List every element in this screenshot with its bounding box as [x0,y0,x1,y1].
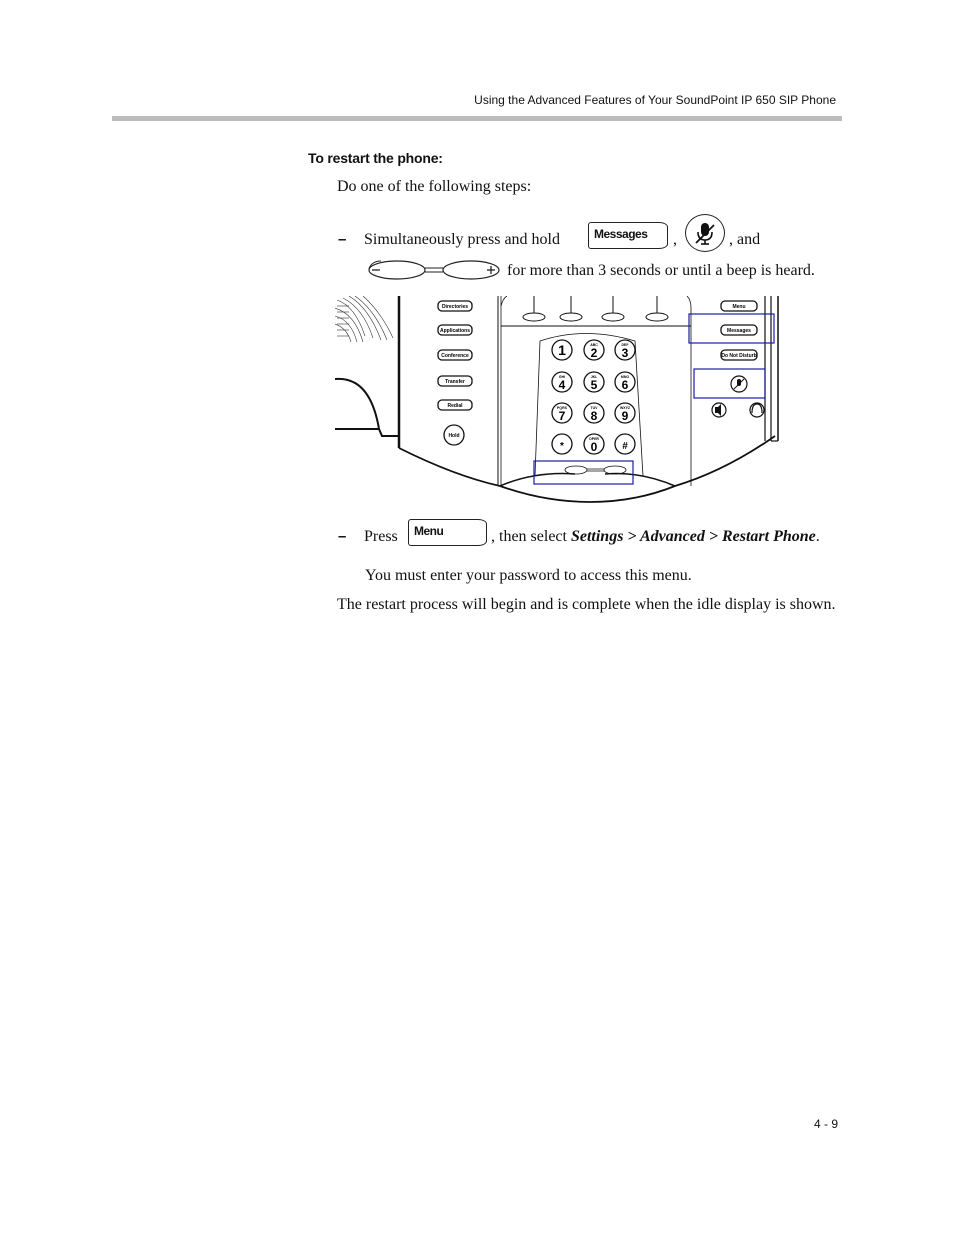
dialpad-key-7: PQRS7 [551,402,573,424]
svg-text:1: 1 [558,342,566,358]
handset-cord-graphic [334,295,394,343]
dialpad-key-3: DEF3 [614,339,636,361]
step2-bullet: – [338,528,347,545]
key-directories: Directories [437,300,473,312]
svg-text:7: 7 [559,409,566,423]
dialpad-key-2: ABC2 [583,339,605,361]
step1-bullet: – [338,231,347,248]
dialpad-key-5: JKL5 [583,371,605,393]
key-redial-label: Redial [447,403,463,409]
step1-text-after: for more than 3 seconds or until a beep … [507,262,815,279]
key-directories-label: Directories [442,304,468,310]
messages-key-label: Messages [594,227,648,241]
volume-highlight [533,460,634,485]
svg-text:9: 9 [622,409,629,423]
procedure-title: To restart the phone: [308,150,443,166]
svg-text:0: 0 [591,440,598,454]
dialpad-key-6: MNO6 [614,371,636,393]
svg-text:5: 5 [591,378,598,392]
step1-separator-2: , and [729,231,761,248]
menu-key-label: Menu [414,524,444,538]
key-transfer-label: Transfer [445,379,465,385]
key-redial: Redial [437,399,473,411]
speaker-icon [711,402,727,418]
key-do-not-disturb-label: Do Not Disturb [721,353,756,359]
key-do-not-disturb: Do Not Disturb [720,349,758,361]
step2-instruction: , then select Settings > Advanced > Rest… [491,528,820,546]
result-paragraph: The restart process will begin and is co… [337,596,836,613]
page-number: 4 - 9 [814,1117,839,1131]
dialpad-key-4: GHI4 [551,371,573,393]
headset-icon [749,402,765,418]
dialpad-key-pound: # [614,433,636,455]
phone-diagram: Directories Applications Conference Transfe… [334,295,795,515]
svg-text:#: # [622,441,628,452]
password-note: You must enter your password to access t… [365,567,692,584]
hold-key-label: Hold [448,433,459,439]
mute-icon [685,214,725,252]
key-transfer: Transfer [437,375,473,387]
procedure-intro: Do one of the following steps: [337,178,532,195]
svg-text:*: * [560,441,564,452]
key-messages: Messages [720,324,758,336]
mute-key [730,375,748,393]
svg-text:2: 2 [591,346,598,360]
handset-cradle [334,377,399,437]
dialpad-key-0: OPER0 [583,433,605,455]
step2-text-end: . [815,528,820,545]
menu-key-icon: Menu [408,519,487,546]
dialpad-key-9: WXYZ9 [614,402,636,424]
messages-key-icon: Messages [588,222,668,249]
key-messages-label: Messages [727,328,751,334]
key-menu-label: Menu [732,304,745,310]
mute-highlight [693,368,766,399]
key-menu: Menu [720,300,758,312]
step1-separator-1: , [673,231,677,248]
step2-text-mid: , then select [491,528,571,545]
svg-text:3: 3 [622,346,629,360]
step2-text-before: Press [364,528,398,545]
volume-rocker-icon [367,259,501,285]
svg-text:4: 4 [559,378,566,392]
menu-path: Settings > Advanced > Restart Phone [570,528,816,545]
dialpad-key-8: TUV8 [583,402,605,424]
key-applications: Applications [437,324,473,336]
svg-text:8: 8 [591,409,598,423]
key-applications-label: Applications [440,328,470,334]
step1-text-before: Simultaneously press and hold [364,231,560,248]
running-header: Using the Advanced Features of Your Soun… [474,93,836,107]
key-conference-label: Conference [441,353,469,359]
dialpad-key-star: * [551,433,573,455]
dialpad-key-1: 1 [551,339,573,361]
key-conference: Conference [437,349,473,361]
svg-text:6: 6 [622,378,629,392]
header-rule [112,116,842,121]
